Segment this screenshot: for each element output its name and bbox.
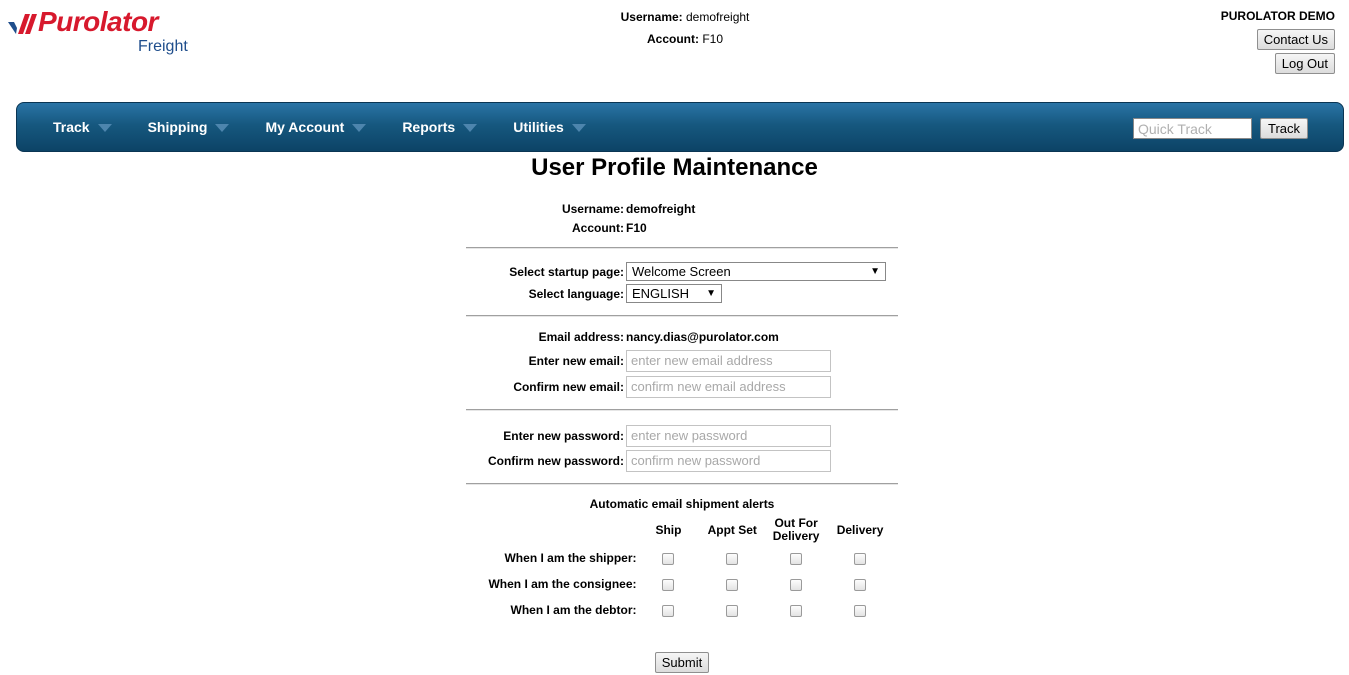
startup-page-value: Welcome Screen xyxy=(632,264,731,279)
row-label-consignee: When I am the consignee: xyxy=(488,577,637,591)
startup-page-select[interactable]: Welcome Screen ▼ xyxy=(626,262,886,281)
header-account: F10 xyxy=(702,32,724,46)
company-name: PUROLATOR DEMO xyxy=(1220,9,1335,23)
alerts-table: Ship Appt Set Out For Delivery Delivery … xyxy=(466,515,898,623)
quick-track-button[interactable]: Track xyxy=(1260,118,1309,139)
debtor-ship-checkbox[interactable] xyxy=(662,604,675,617)
caret-down-icon xyxy=(352,124,367,132)
caret-down-icon xyxy=(571,124,586,132)
page-title: User Profile Maintenance xyxy=(531,154,818,181)
shipper-out-for-delivery-checkbox[interactable] xyxy=(790,552,803,565)
nav-item-my-account[interactable]: My Account xyxy=(265,119,367,135)
alerts-heading: Automatic email shipment alerts xyxy=(589,497,775,511)
language-label: Select language: xyxy=(528,286,624,301)
new-email-label: Enter new email: xyxy=(528,353,624,368)
submit-container: Submit xyxy=(0,652,1349,673)
column-header-delivery: Delivery xyxy=(836,522,884,537)
row-label-debtor: When I am the debtor: xyxy=(510,603,637,617)
caret-down-icon xyxy=(215,124,230,132)
caret-down-icon xyxy=(463,124,478,132)
confirm-password-label: Confirm new password: xyxy=(487,453,624,468)
contact-us-button[interactable]: Contact Us xyxy=(1256,29,1335,50)
row-label-shipper: When I am the shipper: xyxy=(504,551,637,565)
new-password-label: Enter new password: xyxy=(503,428,624,443)
logo-wordmark: Purolator xyxy=(38,6,158,37)
header-user-info: Username: demofreight Account: F10 xyxy=(520,6,850,50)
debtor-appt-set-checkbox[interactable] xyxy=(726,604,739,617)
confirm-email-label: Confirm new email: xyxy=(513,379,624,394)
new-password-input[interactable] xyxy=(626,424,831,447)
username-label: Username: xyxy=(561,201,624,216)
header-username-label: Username: xyxy=(620,10,683,24)
logo-check-mark-icon xyxy=(8,14,37,34)
new-email-input[interactable] xyxy=(626,349,831,372)
caret-down-icon xyxy=(97,124,112,132)
username-value: demofreight xyxy=(626,201,696,216)
table-row: When I am the shipper: xyxy=(466,545,898,571)
dropdown-arrow-icon: ▼ xyxy=(706,288,716,299)
consignee-appt-set-checkbox[interactable] xyxy=(726,578,739,591)
nav-item-reports[interactable]: Reports xyxy=(402,119,478,135)
startup-page-label: Select startup page: xyxy=(509,264,624,279)
language-value: ENGLISH xyxy=(632,286,690,301)
alerts-corner xyxy=(466,515,643,545)
language-select[interactable]: ENGLISH ▼ xyxy=(626,284,722,303)
consignee-ship-checkbox[interactable] xyxy=(662,578,675,591)
account-value: F10 xyxy=(626,220,647,235)
quick-track-input[interactable] xyxy=(1133,118,1252,139)
shipper-delivery-checkbox[interactable] xyxy=(854,552,867,565)
confirm-password-input[interactable] xyxy=(626,449,831,472)
nav-item-label: Utilities xyxy=(513,119,564,135)
main-nav-bar: Track Shipping My Account Reports Utilit… xyxy=(16,102,1344,152)
nav-item-label: My Account xyxy=(265,119,345,135)
account-label: Account: xyxy=(572,220,624,235)
table-row: When I am the consignee: xyxy=(466,571,898,597)
consignee-delivery-checkbox[interactable] xyxy=(854,578,867,591)
email-address-value: nancy.dias@purolator.com xyxy=(626,330,779,344)
confirm-email-input[interactable] xyxy=(626,375,831,398)
consignee-out-for-delivery-checkbox[interactable] xyxy=(790,578,803,591)
logo-subtitle: Freight xyxy=(138,38,188,55)
nav-item-label: Shipping xyxy=(147,119,208,135)
log-out-button[interactable]: Log Out xyxy=(1274,53,1335,74)
nav-item-utilities[interactable]: Utilities xyxy=(513,119,586,135)
submit-button[interactable]: Submit xyxy=(654,652,710,673)
debtor-delivery-checkbox[interactable] xyxy=(854,604,867,617)
nav-menu: Track Shipping My Account Reports Utilit… xyxy=(53,119,622,135)
column-header-out-for-delivery: Out For Delivery xyxy=(772,516,820,543)
header-username: demofreight xyxy=(686,10,750,24)
nav-item-track[interactable]: Track xyxy=(53,119,112,135)
debtor-out-for-delivery-checkbox[interactable] xyxy=(790,604,803,617)
nav-item-label: Track xyxy=(53,119,90,135)
user-profile-form: Username: demofreight Account: F10 Select … xyxy=(466,199,898,623)
email-address-label: Email address: xyxy=(538,330,624,344)
nav-item-shipping[interactable]: Shipping xyxy=(148,119,230,135)
nav-item-label: Reports xyxy=(402,119,456,135)
table-row: When I am the debtor: xyxy=(466,597,898,623)
dropdown-arrow-icon: ▼ xyxy=(870,266,880,277)
header-account-label: Account: xyxy=(646,32,699,46)
purolator-freight-logo[interactable]: Purolator Freight xyxy=(8,4,208,64)
shipper-ship-checkbox[interactable] xyxy=(662,552,675,565)
header-actions: PUROLATOR DEMO Contact Us Log Out xyxy=(1221,6,1335,74)
column-header-appt-set: Appt Set xyxy=(707,522,757,537)
shipper-appt-set-checkbox[interactable] xyxy=(726,552,739,565)
column-header-ship: Ship xyxy=(655,522,682,537)
